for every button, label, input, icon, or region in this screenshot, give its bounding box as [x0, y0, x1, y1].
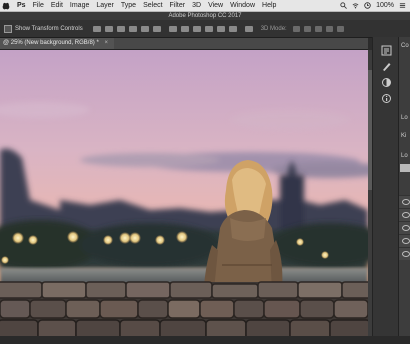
layer-row[interactable] — [399, 195, 410, 208]
menu-type[interactable]: Type — [121, 2, 136, 9]
menu-3d[interactable]: 3D — [192, 2, 201, 9]
auto-align-icon[interactable] — [244, 25, 253, 32]
panel-icon-strip — [372, 37, 399, 336]
document-canvas[interactable] — [0, 50, 368, 336]
eye-icon[interactable] — [402, 251, 410, 257]
eye-icon[interactable] — [402, 225, 410, 231]
3d-roll-icon[interactable] — [303, 25, 311, 32]
menu-edit[interactable]: Edit — [51, 2, 63, 9]
3d-drag-icon[interactable] — [314, 25, 322, 32]
close-tab-icon[interactable]: × — [104, 40, 108, 46]
menu-layer[interactable]: Layer — [96, 2, 114, 9]
menu-image[interactable]: Image — [70, 2, 89, 9]
menu-file[interactable]: File — [33, 2, 44, 9]
menu-window[interactable]: Window — [230, 2, 255, 9]
layer-row[interactable] — [399, 247, 410, 260]
distribute-center-icon[interactable] — [216, 25, 225, 32]
distribute-right-icon[interactable] — [228, 25, 237, 32]
clock-icon[interactable] — [364, 2, 371, 9]
mac-menu-bar: Ps File Edit Image Layer Type Select Fil… — [0, 0, 410, 12]
layer-row[interactable] — [399, 221, 410, 234]
options-bar: Show Transform Controls 3D Mode: — [0, 20, 410, 38]
distribute-middle-icon[interactable] — [180, 25, 189, 32]
3d-mode-tools — [292, 25, 344, 32]
photo — [0, 50, 368, 336]
align-middle-icon[interactable] — [104, 25, 113, 32]
info-icon[interactable] — [381, 93, 392, 104]
menu-select[interactable]: Select — [143, 2, 162, 9]
brush-preset-icon[interactable] — [381, 61, 392, 72]
document-tab[interactable]: @ 25% (New background, RGB/8) * × — [0, 38, 114, 49]
document-tab-bar: @ 25% (New background, RGB/8) * × — [0, 38, 368, 50]
distribute-top-icon[interactable] — [168, 25, 177, 32]
align-center-icon[interactable] — [140, 25, 149, 32]
eye-icon[interactable] — [402, 199, 410, 205]
menu-app[interactable]: Ps — [17, 2, 26, 9]
menu-items: Ps File Edit Image Layer Type Select Fil… — [10, 2, 276, 9]
layer-row[interactable] — [399, 208, 410, 221]
3d-rotate-icon[interactable] — [292, 25, 300, 32]
wifi-icon[interactable] — [352, 2, 359, 9]
layers-panel-label[interactable]: Lo — [401, 115, 408, 121]
window-title: Adobe Photoshop CC 2017 — [0, 12, 410, 20]
history-icon[interactable] — [381, 45, 392, 56]
layers-panel: Co Lo Ki Lo — [398, 37, 410, 336]
trees — [0, 220, 368, 270]
layer-lock-label: Lo — [401, 153, 408, 159]
menu-icon[interactable] — [399, 2, 406, 9]
menu-help[interactable]: Help — [262, 2, 276, 9]
align-right-icon[interactable] — [152, 25, 161, 32]
show-transform-label: Show Transform Controls — [15, 25, 83, 32]
distribute-left-icon[interactable] — [204, 25, 213, 32]
search-icon[interactable] — [340, 2, 347, 9]
eye-icon[interactable] — [402, 238, 410, 244]
blend-mode-select[interactable] — [400, 164, 410, 172]
3d-scale-icon[interactable] — [336, 25, 344, 32]
menu-extras: 100% — [340, 2, 410, 9]
layer-row[interactable] — [399, 234, 410, 247]
align-bottom-icon[interactable] — [116, 25, 125, 32]
menu-filter[interactable]: Filter — [170, 2, 186, 9]
layer-kind-filter[interactable]: Ki — [401, 133, 406, 139]
distribute-bottom-icon[interactable] — [192, 25, 201, 32]
align-left-icon[interactable] — [128, 25, 137, 32]
align-top-icon[interactable] — [92, 25, 101, 32]
adjustments-icon[interactable] — [381, 77, 392, 88]
color-panel-label[interactable]: Co — [401, 43, 409, 49]
status-bar — [0, 336, 410, 344]
menu-view[interactable]: View — [208, 2, 223, 9]
document-tab-title: @ 25% (New background, RGB/8) * — [3, 40, 99, 46]
apple-icon[interactable] — [2, 2, 10, 10]
3d-slide-icon[interactable] — [325, 25, 333, 32]
battery-percent: 100% — [376, 2, 394, 9]
3d-mode-label: 3D Mode: — [260, 25, 287, 32]
eye-icon[interactable] — [402, 212, 410, 218]
show-transform-checkbox[interactable] — [4, 24, 12, 33]
stone-wall — [0, 281, 368, 336]
